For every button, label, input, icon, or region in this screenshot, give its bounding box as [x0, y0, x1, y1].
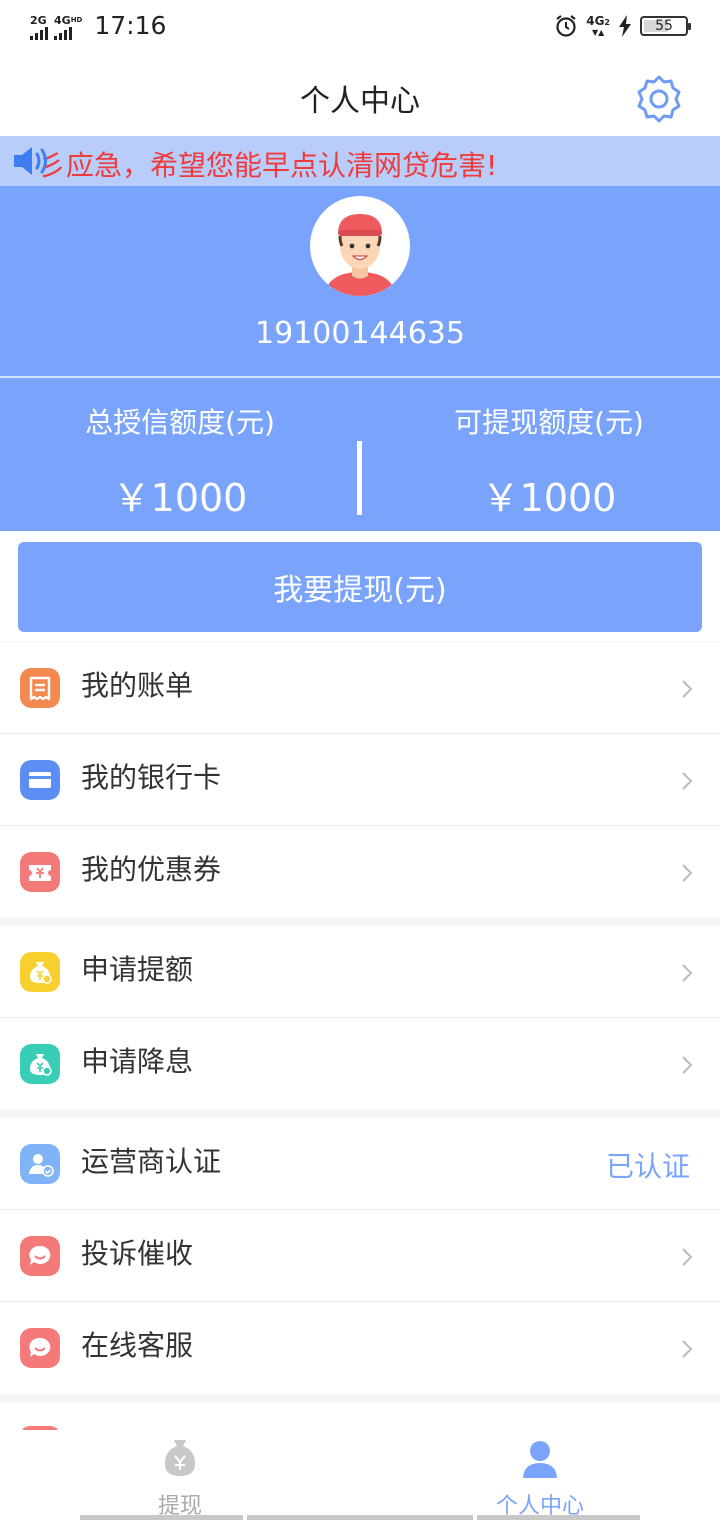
gear-icon[interactable]: [634, 74, 684, 124]
signal-2g-icon: 2G: [30, 15, 48, 40]
alarm-icon: [556, 15, 576, 37]
signal-hd-label: HD: [70, 16, 83, 24]
signal-4g-icon: 4GHD: [54, 15, 82, 40]
credit-total: 总授信额度(元) ￥1000: [0, 401, 360, 522]
menu-item-label: 我的优惠券: [81, 853, 222, 886]
bank-card-icon: [20, 760, 60, 800]
tab-personal-center[interactable]: 个人中心: [450, 1438, 630, 1520]
status-bar: 2G 4GHD 17:16 4G2 ▼▲ 55: [0, 0, 720, 56]
clock: 17:16: [94, 11, 167, 40]
menu-item-my-coupons[interactable]: 我的优惠券: [0, 826, 720, 918]
menu-item-label: 我的账单: [81, 669, 194, 702]
network-sub-label: 2: [604, 18, 610, 27]
profile-card: 19100144635 总授信额度(元) ￥1000 可提现额度(元) ￥100…: [0, 186, 720, 531]
notice-marquee: 彡应急，希望您能早点认清网贷危害!: [0, 136, 720, 186]
speaker-icon: [14, 147, 47, 175]
menu-item-label: 在线客服: [81, 1329, 194, 1362]
nav-indicator: [247, 1515, 473, 1520]
menu-item-label: 申请提额: [81, 953, 194, 986]
avatar[interactable]: [310, 196, 410, 296]
person-icon: [523, 1441, 557, 1478]
network-label: 4G: [586, 14, 605, 28]
page-title: 个人中心: [300, 84, 420, 119]
page-header: 个人中心: [0, 56, 720, 136]
customer-service-icon: [20, 1328, 60, 1368]
menu-item-label: 我的银行卡: [81, 761, 222, 794]
credit-available-value: ￥1000: [481, 476, 617, 520]
notice-text: 彡应急，希望您能早点认清网贷危害!: [38, 149, 498, 182]
menu-group-services: 运营商认证 已认证 投诉催收 在线客服: [0, 1118, 720, 1394]
signal-2g-label: 2G: [30, 14, 47, 27]
chat-bubble-icon: [20, 1236, 60, 1276]
menu-item-carrier-verification[interactable]: 运营商认证 已认证: [0, 1118, 720, 1210]
menu-item-online-service[interactable]: 在线客服: [0, 1302, 720, 1394]
chevron-right-icon: [682, 680, 693, 698]
bill-icon: [20, 668, 60, 708]
money-bag-up-icon: [20, 952, 60, 992]
battery-level: 55: [655, 18, 673, 34]
battery-icon: 55: [640, 16, 691, 36]
credit-available: 可提现额度(元) ￥1000: [369, 401, 720, 522]
menu-item-my-bank-card[interactable]: 我的银行卡: [0, 734, 720, 826]
menu-item-label: 投诉催收: [81, 1237, 194, 1270]
menu-item-collection-complaint[interactable]: 投诉催收: [0, 1210, 720, 1302]
money-bag-icon: [165, 1440, 195, 1476]
menu-item-apply-limit-increase[interactable]: 申请提额: [0, 926, 720, 1018]
user-phone: 19100144635: [255, 316, 465, 351]
chevron-right-icon: [682, 1056, 693, 1074]
credit-total-value: ￥1000: [112, 476, 248, 520]
credit-total-label: 总授信额度(元): [85, 406, 275, 439]
network-4g-icon: 4G2 ▼▲: [586, 14, 610, 37]
chevron-right-icon: [682, 1248, 693, 1266]
menu-item-label: 运营商认证: [81, 1145, 222, 1178]
nav-indicator: [477, 1515, 640, 1520]
tab-withdraw[interactable]: 提现: [90, 1438, 270, 1520]
chevron-right-icon: [682, 864, 693, 882]
verification-status: 已认证: [605, 1150, 690, 1183]
personal-center-page: 2G 4GHD 17:16 4G2 ▼▲ 55 个人中心 彡应急，希望您能早点认…: [0, 0, 720, 1520]
credit-divider: [357, 441, 362, 515]
withdraw-button[interactable]: 我要提现(元): [18, 542, 702, 632]
chevron-right-icon: [682, 772, 693, 790]
coupon-icon: [20, 852, 60, 892]
credit-available-label: 可提现额度(元): [454, 406, 644, 439]
profile-divider: [0, 376, 720, 378]
chevron-right-icon: [682, 964, 693, 982]
menu-group-account: 我的账单 我的银行卡 我的优惠券: [0, 642, 720, 918]
charging-icon: [619, 15, 631, 37]
chevron-right-icon: [682, 1340, 693, 1358]
menu-item-label: 申请降息: [81, 1045, 194, 1078]
bottom-tab-bar: 提现 个人中心: [0, 1430, 720, 1520]
menu-item-my-bills[interactable]: 我的账单: [0, 642, 720, 734]
nav-indicator: [80, 1515, 243, 1520]
verified-user-icon: [20, 1144, 60, 1184]
menu-group-applications: 申请提额 申请降息: [0, 926, 720, 1110]
menu-item-apply-rate-reduction[interactable]: 申请降息: [0, 1018, 720, 1110]
money-bag-down-icon: [20, 1044, 60, 1084]
